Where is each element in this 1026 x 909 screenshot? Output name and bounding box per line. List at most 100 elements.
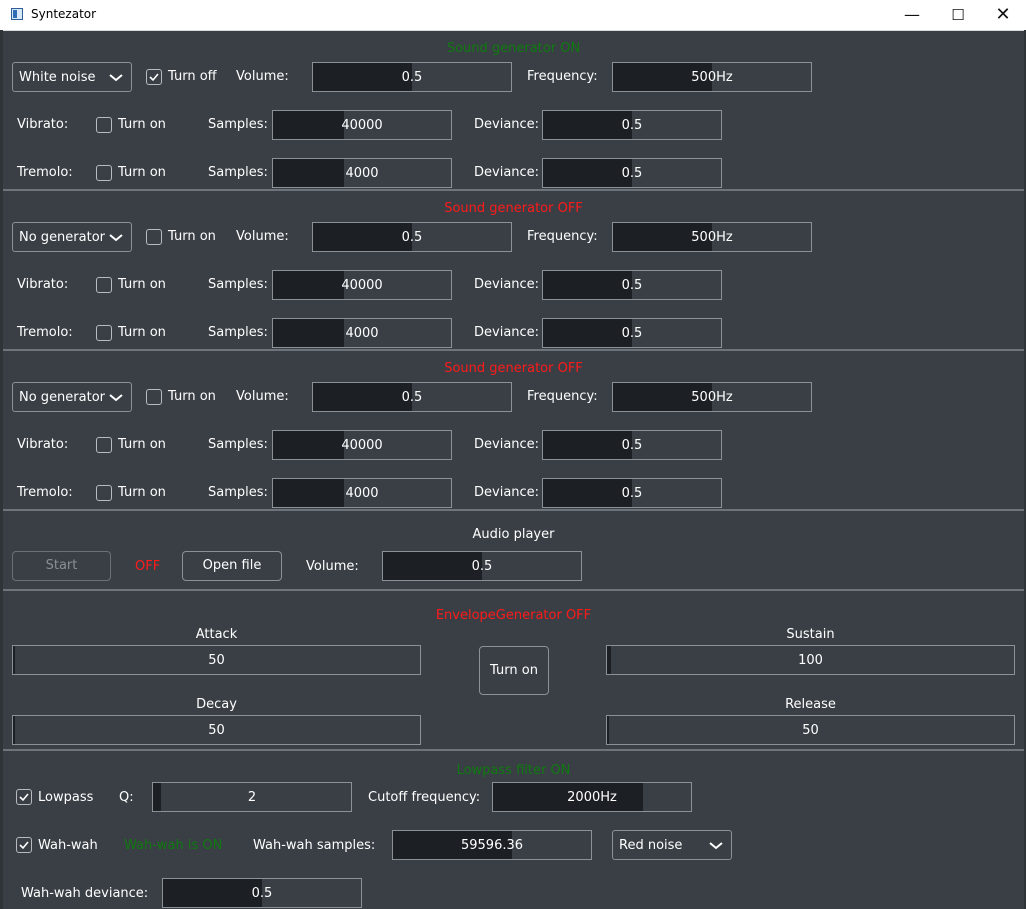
vibrato-samples-slider[interactable]: 40000 — [272, 430, 452, 460]
tremolo-samples-slider[interactable]: 4000 — [272, 318, 452, 348]
tremolo-deviance-value: 0.5 — [621, 166, 643, 181]
vibrato-samples-value: 40000 — [341, 438, 383, 453]
vibrato-deviance-slider[interactable]: 0.5 — [542, 270, 722, 300]
generator-toggle-label: Turn off — [168, 69, 217, 84]
generator-toggle-label: Turn on — [168, 229, 216, 244]
tremolo-samples-label: Samples: — [208, 325, 268, 340]
vibrato-deviance-label: Deviance: — [474, 277, 540, 292]
tremolo-deviance-slider[interactable]: 0.5 — [542, 158, 722, 188]
vibrato-samples-slider[interactable]: 40000 — [272, 110, 452, 140]
release-value: 50 — [802, 723, 819, 738]
attack-value: 50 — [208, 653, 225, 668]
generator-type-select[interactable]: White noise — [12, 62, 132, 92]
lowpass-checkbox[interactable] — [16, 789, 32, 805]
section-divider — [3, 509, 1024, 511]
wahwah-samples-label: Wah-wah samples: — [253, 838, 376, 853]
release-label: Release — [785, 697, 836, 712]
envelope-toggle-button[interactable]: Turn on — [479, 646, 549, 695]
close-button[interactable]: ✕ — [980, 0, 1026, 30]
generator-toggle-checkbox[interactable] — [146, 69, 162, 85]
tremolo-deviance-slider[interactable]: 0.5 — [542, 478, 722, 508]
start-button[interactable]: Start — [12, 551, 111, 581]
tremolo-deviance-slider[interactable]: 0.5 — [542, 318, 722, 348]
tremolo-checkbox[interactable] — [96, 325, 112, 341]
decay-slider[interactable]: 50 — [12, 715, 421, 745]
generator-type-value: No generator — [19, 230, 106, 245]
wahwah-checkbox[interactable] — [16, 837, 32, 853]
vibrato-deviance-value: 0.5 — [621, 118, 643, 133]
tremolo-label: Tremolo: — [17, 325, 73, 340]
wahwah-deviance-slider[interactable]: 0.5 — [162, 878, 362, 908]
envelope-status: EnvelopeGenerator OFF — [435, 608, 592, 623]
chevron-down-icon — [109, 234, 123, 242]
tremolo-samples-slider[interactable]: 4000 — [272, 478, 452, 508]
vibrato-checkbox[interactable] — [96, 277, 112, 293]
volume-label: Volume: — [236, 229, 289, 244]
minimize-button[interactable]: — — [889, 0, 935, 30]
sound-generator-section-1: Sound generator ON White noise Turn off … — [0, 30, 1026, 190]
vibrato-label: Vibrato: — [17, 277, 69, 292]
tremolo-toggle-label: Turn on — [118, 485, 166, 500]
section-divider — [3, 589, 1024, 591]
wahwah-deviance-value: 0.5 — [251, 886, 273, 901]
chevron-down-icon — [109, 394, 123, 402]
sound-generator-section-3: Sound generator OFF No generator Turn on… — [0, 350, 1026, 510]
vibrato-toggle-label: Turn on — [118, 437, 166, 452]
wahwah-samples-slider[interactable]: 59596.36 — [392, 830, 592, 860]
q-slider[interactable]: 2 — [152, 782, 352, 812]
frequency-label: Frequency: — [527, 229, 598, 244]
sustain-slider[interactable]: 100 — [606, 645, 1015, 675]
tremolo-label: Tremolo: — [17, 485, 73, 500]
vibrato-samples-label: Samples: — [208, 117, 268, 132]
tremolo-samples-slider[interactable]: 4000 — [272, 158, 452, 188]
generator-toggle-label: Turn on — [168, 389, 216, 404]
release-slider[interactable]: 50 — [606, 715, 1015, 745]
tremolo-samples-label: Samples: — [208, 165, 268, 180]
chevron-down-icon — [109, 74, 123, 82]
generator-toggle-checkbox[interactable] — [146, 389, 162, 405]
attack-slider[interactable]: 50 — [12, 645, 421, 675]
wahwah-deviance-label: Wah-wah deviance: — [21, 886, 149, 901]
cutoff-frequency-label: Cutoff frequency: — [368, 790, 481, 805]
vibrato-checkbox[interactable] — [96, 437, 112, 453]
volume-slider[interactable]: 0.5 — [312, 382, 512, 412]
checkmark-icon — [19, 841, 29, 850]
maximize-button[interactable]: ☐ — [935, 0, 981, 30]
audio-volume-slider[interactable]: 0.5 — [382, 551, 582, 581]
vibrato-samples-label: Samples: — [208, 277, 268, 292]
tremolo-checkbox[interactable] — [96, 485, 112, 501]
frequency-label: Frequency: — [527, 389, 598, 404]
window-title: Syntezator — [31, 7, 97, 21]
vibrato-deviance-slider[interactable]: 0.5 — [542, 430, 722, 460]
q-label: Q: — [119, 790, 134, 805]
volume-slider[interactable]: 0.5 — [312, 222, 512, 252]
frequency-slider[interactable]: 500Hz — [612, 222, 812, 252]
q-value: 2 — [247, 790, 257, 805]
generator-type-select[interactable]: No generator — [12, 222, 132, 252]
generator-toggle-checkbox[interactable] — [146, 229, 162, 245]
cutoff-frequency-slider[interactable]: 2000Hz — [492, 782, 692, 812]
frequency-value: 500Hz — [691, 390, 733, 405]
tremolo-checkbox[interactable] — [96, 165, 112, 181]
chevron-down-icon — [709, 842, 723, 850]
filter-status: Lowpass filter ON — [456, 763, 571, 778]
generator-type-select[interactable]: No generator — [12, 382, 132, 412]
section-divider — [3, 189, 1024, 191]
wahwah-noise-select[interactable]: Red noise — [612, 830, 732, 860]
decay-label: Decay — [196, 697, 237, 712]
open-file-button[interactable]: Open file — [182, 551, 282, 581]
volume-slider[interactable]: 0.5 — [312, 62, 512, 92]
tremolo-deviance-label: Deviance: — [474, 165, 540, 180]
vibrato-samples-label: Samples: — [208, 437, 268, 452]
frequency-slider[interactable]: 500Hz — [612, 62, 812, 92]
vibrato-checkbox[interactable] — [96, 117, 112, 133]
vibrato-samples-slider[interactable]: 40000 — [272, 270, 452, 300]
tremolo-deviance-label: Deviance: — [474, 325, 540, 340]
wahwah-label: Wah-wah — [38, 838, 98, 853]
vibrato-label: Vibrato: — [17, 117, 69, 132]
vibrato-deviance-slider[interactable]: 0.5 — [542, 110, 722, 140]
tremolo-toggle-label: Turn on — [118, 325, 166, 340]
checkmark-icon — [19, 793, 29, 802]
checkmark-icon — [149, 73, 159, 82]
frequency-slider[interactable]: 500Hz — [612, 382, 812, 412]
